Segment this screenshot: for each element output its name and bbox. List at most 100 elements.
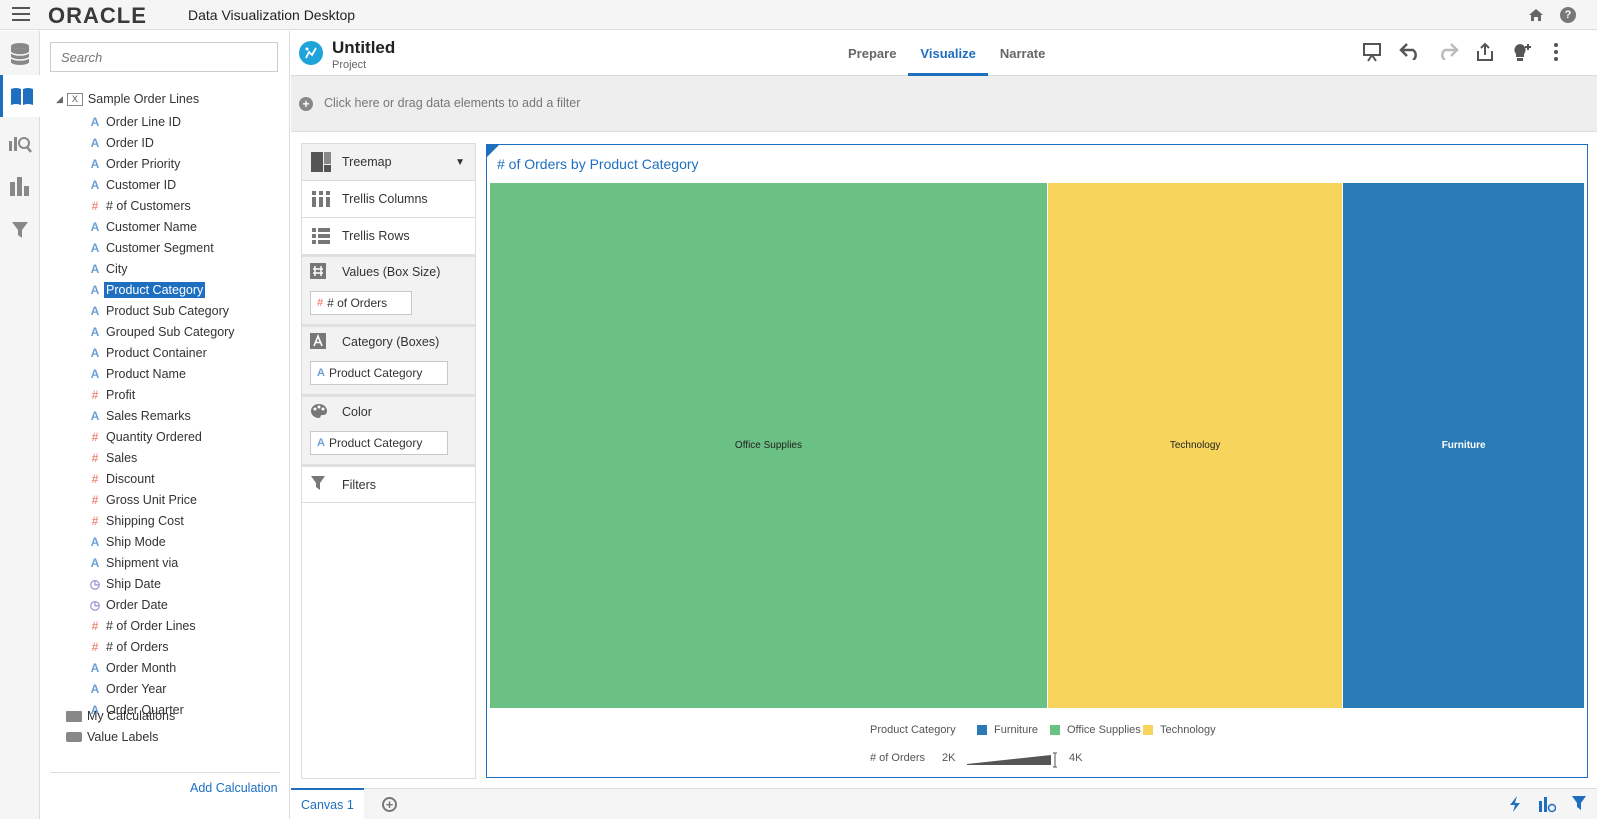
category-section[interactable]: Category (Boxes) A Product Category [302, 324, 475, 394]
add-filter-icon[interactable]: + [299, 97, 313, 111]
measure-icon: # [91, 450, 99, 465]
data-element[interactable]: A Customer Segment [86, 237, 237, 258]
tab-prepare[interactable]: Prepare [836, 31, 908, 76]
data-element[interactable]: # # of Orders [86, 636, 237, 657]
data-element[interactable]: # Shipping Cost [86, 510, 237, 531]
project-title[interactable]: Untitled [332, 38, 395, 58]
data-element[interactable]: A Order Month [86, 657, 237, 678]
attribute-icon: A [90, 261, 100, 276]
tab-narrate[interactable]: Narrate [988, 31, 1058, 76]
data-element-label: Sales [106, 450, 138, 465]
data-element[interactable]: # Quantity Ordered [86, 426, 237, 447]
trellis-columns-label: Trellis Columns [342, 192, 428, 206]
data-element[interactable]: A Product Category [86, 279, 237, 300]
value-labels-node[interactable]: Value Labels [66, 728, 158, 746]
chart-icon[interactable] [0, 165, 40, 207]
clock-icon: ◷ [89, 576, 101, 591]
filter-bar[interactable]: + Click here or drag data elements to ad… [291, 76, 1597, 132]
treemap-tile[interactable]: Office Supplies [490, 183, 1047, 708]
values-pill[interactable]: # # of Orders [310, 291, 412, 315]
data-element[interactable]: A Product Sub Category [86, 300, 237, 321]
data-element[interactable]: # Sales [86, 447, 237, 468]
help-icon[interactable]: ? [1560, 7, 1576, 23]
data-element[interactable]: ◷ Order Date [86, 594, 237, 615]
size-legend: # of Orders 2K 4K [487, 752, 1587, 770]
attribute-icon: A [90, 135, 100, 150]
data-element[interactable]: # # of Customers [86, 195, 237, 216]
excel-source-icon: X [66, 92, 83, 106]
more-menu-icon[interactable] [1545, 42, 1567, 64]
data-element-label: Order Line ID [106, 114, 182, 129]
data-element-label: Gross Unit Price [106, 492, 197, 507]
hamburger-menu-icon[interactable] [12, 7, 30, 23]
data-element[interactable]: A Order Line ID [86, 111, 237, 132]
attribute-icon: A [90, 408, 100, 423]
oracle-logo: ORACLE [48, 3, 147, 28]
export-icon[interactable] [1474, 42, 1496, 64]
chart-title[interactable]: # of Orders by Product Category [497, 156, 699, 172]
color-pill[interactable]: A Product Category [310, 431, 448, 455]
insights-lightbulb-icon[interactable] [1511, 42, 1533, 64]
add-calculation-link[interactable]: Add Calculation [190, 781, 278, 795]
data-element[interactable]: A Order Priority [86, 153, 237, 174]
search-input[interactable] [50, 42, 278, 72]
data-element[interactable]: A Product Container [86, 342, 237, 363]
data-element[interactable]: # Discount [86, 468, 237, 489]
data-element[interactable]: A Grouped Sub Category [86, 321, 237, 342]
data-icon[interactable] [0, 33, 40, 75]
data-element[interactable]: # Profit [86, 384, 237, 405]
auto-apply-icon[interactable] [1538, 795, 1557, 813]
data-element[interactable]: A Order ID [86, 132, 237, 153]
data-element[interactable]: A Order Year [86, 678, 237, 699]
undo-icon[interactable] [1399, 42, 1421, 64]
measure-icon: # [317, 297, 324, 309]
data-element[interactable]: A Customer Name [86, 216, 237, 237]
color-section[interactable]: Color A Product Category [302, 394, 475, 464]
legend-item-technology[interactable]: Technology [1143, 724, 1216, 736]
trellis-columns-drop[interactable]: Trellis Columns [302, 181, 475, 217]
visualize-book-icon[interactable] [0, 75, 40, 117]
hash-icon [310, 262, 332, 282]
my-calculations-label: My Calculations [87, 709, 176, 723]
filters-section[interactable]: Filters [302, 464, 475, 502]
category-pill[interactable]: A Product Category [310, 361, 448, 385]
data-element[interactable]: ◷ Ship Date [86, 573, 237, 594]
data-element[interactable]: A Sales Remarks [86, 405, 237, 426]
home-icon[interactable] [1528, 7, 1544, 23]
legend-item-furniture[interactable]: Furniture [977, 724, 1038, 736]
values-section[interactable]: Values (Box Size) # # of Orders [302, 254, 475, 324]
data-element[interactable]: A Customer ID [86, 174, 237, 195]
refresh-data-icon[interactable] [1506, 795, 1524, 813]
treemap[interactable]: Office Supplies Technology Furniture [490, 183, 1584, 708]
canvas-tab[interactable]: Canvas 1 [291, 788, 364, 819]
collapse-arrow-icon[interactable]: ◢ [56, 94, 63, 105]
explore-icon[interactable] [0, 121, 40, 163]
attribute-icon: A [90, 156, 100, 171]
filter-bar-placeholder[interactable]: Click here or drag data elements to add … [324, 96, 580, 110]
legend-item-office-supplies[interactable]: Office Supplies [1050, 724, 1141, 736]
treemap-tile[interactable]: Technology [1047, 183, 1343, 708]
dropdown-arrow-icon[interactable]: ▼ [455, 157, 465, 168]
my-calculations-folder[interactable]: My Calculations [66, 707, 175, 725]
trellis-rows-drop[interactable]: Trellis Rows [302, 218, 475, 254]
tab-visualize[interactable]: Visualize [908, 31, 988, 76]
data-element[interactable]: A Product Name [86, 363, 237, 384]
data-source-node[interactable]: ◢ X Sample Order Lines [56, 90, 199, 108]
data-element[interactable]: A City [86, 258, 237, 279]
data-element[interactable]: A Shipment via [86, 552, 237, 573]
project-header: Untitled Project Prepare Visualize Narra… [291, 31, 1597, 76]
filter-icon[interactable] [0, 209, 40, 251]
attribute-icon: A [90, 324, 100, 339]
treemap-tile[interactable]: Furniture [1343, 183, 1584, 708]
present-icon[interactable] [1361, 42, 1383, 64]
filter-bar-toggle-icon[interactable] [1570, 795, 1588, 813]
visualization-canvas[interactable]: # of Orders by Product Category Office S… [486, 144, 1588, 778]
add-canvas-icon[interactable]: + [382, 797, 397, 812]
redo-icon[interactable] [1437, 42, 1459, 64]
data-element[interactable]: A Ship Mode [86, 531, 237, 552]
legend-label: Furniture [994, 724, 1039, 736]
tag-icon [66, 732, 82, 742]
viz-type-selector[interactable]: Treemap ▼ [302, 144, 475, 180]
data-element[interactable]: # Gross Unit Price [86, 489, 237, 510]
data-element[interactable]: # # of Order Lines [86, 615, 237, 636]
